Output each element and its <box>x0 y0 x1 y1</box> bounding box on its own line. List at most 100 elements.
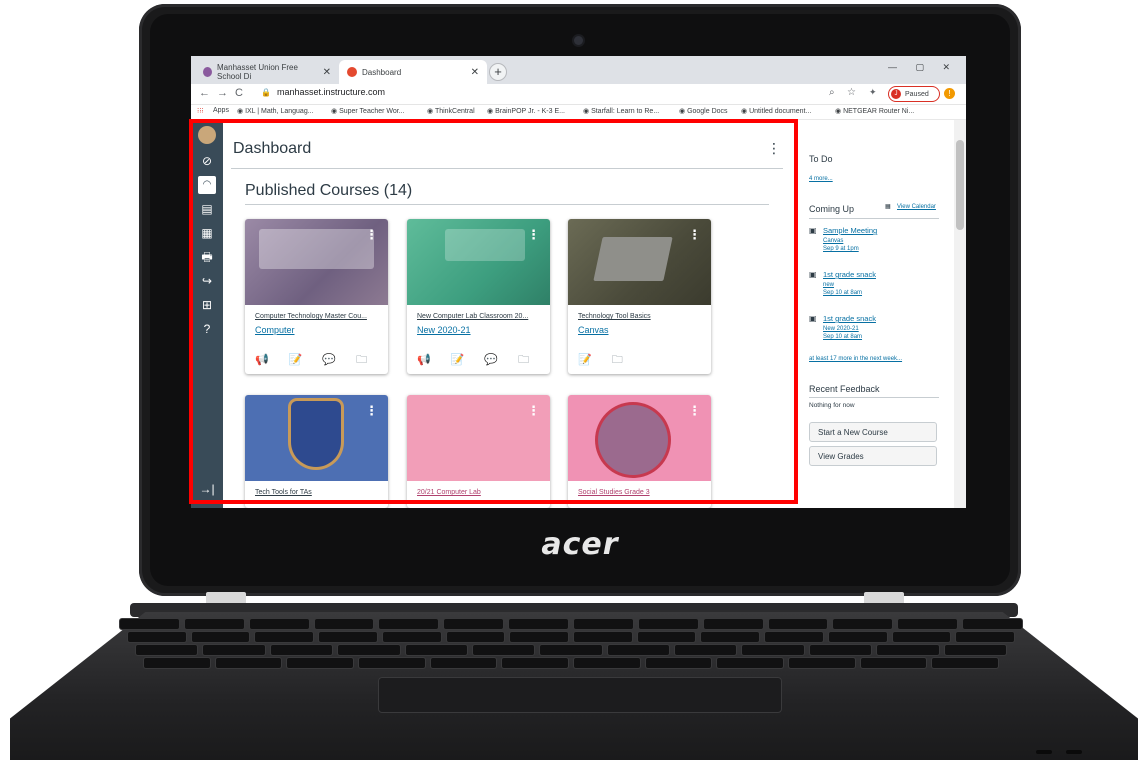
divider <box>809 218 939 219</box>
tab-dashboard[interactable]: Dashboard ✕ <box>339 60 487 84</box>
todo-more-link[interactable]: 4 more... <box>809 176 833 182</box>
bookmark-thinkcentral[interactable]: ◉ ThinkCentral <box>427 107 475 115</box>
keyboard-key <box>789 658 855 668</box>
forward-arrow-icon[interactable]: → <box>217 87 228 99</box>
school-favicon-icon <box>203 67 212 77</box>
keyboard-key <box>510 632 568 642</box>
event-date[interactable]: Sep 10 at 8am <box>823 290 862 296</box>
keyboard-key <box>509 619 568 629</box>
close-tab-icon[interactable]: ✕ <box>471 67 479 78</box>
webcam <box>574 36 583 45</box>
back-arrow-icon[interactable]: ← <box>199 87 210 99</box>
bookmark-brainpop[interactable]: ◉ BrainPOP Jr. - K-3 E... <box>487 107 565 115</box>
keyboard-key <box>191 632 250 642</box>
star-icon[interactable]: ☆ <box>847 87 856 98</box>
canvas-favicon-icon <box>347 67 357 77</box>
event-title[interactable]: 1st grade snack <box>823 270 876 279</box>
keyboard-key <box>359 658 425 668</box>
keyboard-key <box>742 645 804 655</box>
keyboard-key <box>637 632 696 642</box>
keyboard-key <box>645 658 712 668</box>
keyboard-key <box>765 632 823 642</box>
event-course[interactable]: New 2020-21 <box>823 326 859 332</box>
keyboard-key <box>144 658 210 668</box>
event-title[interactable]: 1st grade snack <box>823 314 876 323</box>
keyboard-key <box>249 619 309 629</box>
right-sidebar: To Do 4 more... Coming Up ▦ View Calenda… <box>807 120 951 508</box>
avatar: J <box>891 89 901 99</box>
window-controls[interactable]: — ▢ ✕ <box>888 62 958 73</box>
extensions-icon[interactable]: ✦ <box>869 87 877 98</box>
profile-button[interactable]: J Paused <box>888 86 940 102</box>
keyboard-key <box>446 632 505 642</box>
bookmark-netgear[interactable]: ◉ NETGEAR Router Ni... <box>835 107 914 115</box>
bookmark-apps[interactable]: Apps <box>213 107 229 114</box>
keyboard-key <box>833 619 893 629</box>
keyboard-key <box>638 619 698 629</box>
keyboard-key <box>287 658 353 668</box>
start-new-course-button[interactable]: Start a New Course <box>809 422 937 442</box>
keyboard-key <box>270 645 333 655</box>
keyboard-key <box>574 619 633 629</box>
event-course[interactable]: Canvas <box>823 238 843 244</box>
bookmark-ixl[interactable]: ◉ IXL | Math, Languag... <box>237 107 314 115</box>
reload-icon[interactable]: C <box>235 87 243 99</box>
keyboard-key <box>607 645 670 655</box>
keyboard-key <box>128 632 186 642</box>
bookmarks-bar: ⁝⁝⁝ Apps ◉ IXL | Math, Languag... ◉ Supe… <box>191 105 966 120</box>
keyboard-key <box>703 619 763 629</box>
zoom-icon[interactable]: ⌕ <box>829 87 835 98</box>
keyboard-key <box>892 632 951 642</box>
keyboard-key <box>877 645 939 655</box>
keyboard-key <box>120 619 179 629</box>
keyboard-key <box>828 632 887 642</box>
event-course[interactable]: new <box>823 282 834 288</box>
keyboard-key <box>932 658 998 668</box>
keyboard-key <box>184 619 244 629</box>
address-bar-row: ← → C 🔒 manhasset.instructure.com ⌕ ☆ ✦ J… <box>191 84 966 105</box>
tab-manhasset[interactable]: Manhasset Union Free School Di ✕ <box>195 60 339 84</box>
bookmark-untitled-doc[interactable]: ◉ Untitled document... <box>741 107 811 115</box>
keyboard <box>110 617 1038 673</box>
keyboard-key <box>963 619 1022 629</box>
lock-icon: 🔒 <box>261 88 271 97</box>
laptop-brand-logo: acer <box>541 527 619 562</box>
keyboard-key <box>444 619 504 629</box>
new-tab-button[interactable]: + <box>489 63 507 81</box>
keyboard-key <box>574 658 640 668</box>
bookmark-google-docs[interactable]: ◉ Google Docs <box>679 107 728 115</box>
keyboard-key <box>944 645 1006 655</box>
apps-grid-icon[interactable]: ⁝⁝⁝ <box>197 107 204 115</box>
more-next-week-link[interactable]: at least 17 more in the next week... <box>809 356 902 362</box>
browser-tab-strip: Manhasset Union Free School Di ✕ Dashboa… <box>191 56 966 84</box>
close-tab-icon[interactable]: ✕ <box>323 67 331 78</box>
keyboard-key <box>768 619 828 629</box>
keyboard-key <box>136 645 198 655</box>
keyboard-key <box>675 645 737 655</box>
keyboard-key <box>701 632 760 642</box>
event-date[interactable]: Sep 9 at 1pm <box>823 246 859 252</box>
keyboard-key <box>382 632 441 642</box>
calendar-event-icon: ▣ <box>809 270 817 279</box>
keyboard-key <box>338 645 400 655</box>
recent-feedback-heading: Recent Feedback <box>809 384 880 394</box>
keyboard-key <box>956 632 1014 642</box>
view-grades-button[interactable]: View Grades <box>809 446 937 466</box>
bookmark-super-teacher[interactable]: ◉ Super Teacher Wor... <box>331 107 405 115</box>
event-date[interactable]: Sep 10 at 8am <box>823 334 862 340</box>
keyboard-key <box>405 645 467 655</box>
scrollbar-thumb[interactable] <box>956 140 964 230</box>
event-title[interactable]: Sample Meeting <box>823 226 877 235</box>
keyboard-key <box>809 645 872 655</box>
keyboard-key <box>717 658 783 668</box>
calendar-event-icon: ▣ <box>809 314 817 323</box>
keyboard-key <box>430 658 497 668</box>
update-warning-icon[interactable]: ! <box>944 88 955 99</box>
view-calendar-link[interactable]: View Calendar <box>897 204 936 210</box>
bookmark-starfall[interactable]: ◉ Starfall: Learn to Re... <box>583 107 659 115</box>
url-input[interactable]: 🔒 manhasset.instructure.com <box>261 87 661 97</box>
keyboard-key <box>203 645 265 655</box>
keyboard-key <box>898 619 958 629</box>
calendar-event-icon: ▣ <box>809 226 817 235</box>
divider <box>809 397 939 398</box>
